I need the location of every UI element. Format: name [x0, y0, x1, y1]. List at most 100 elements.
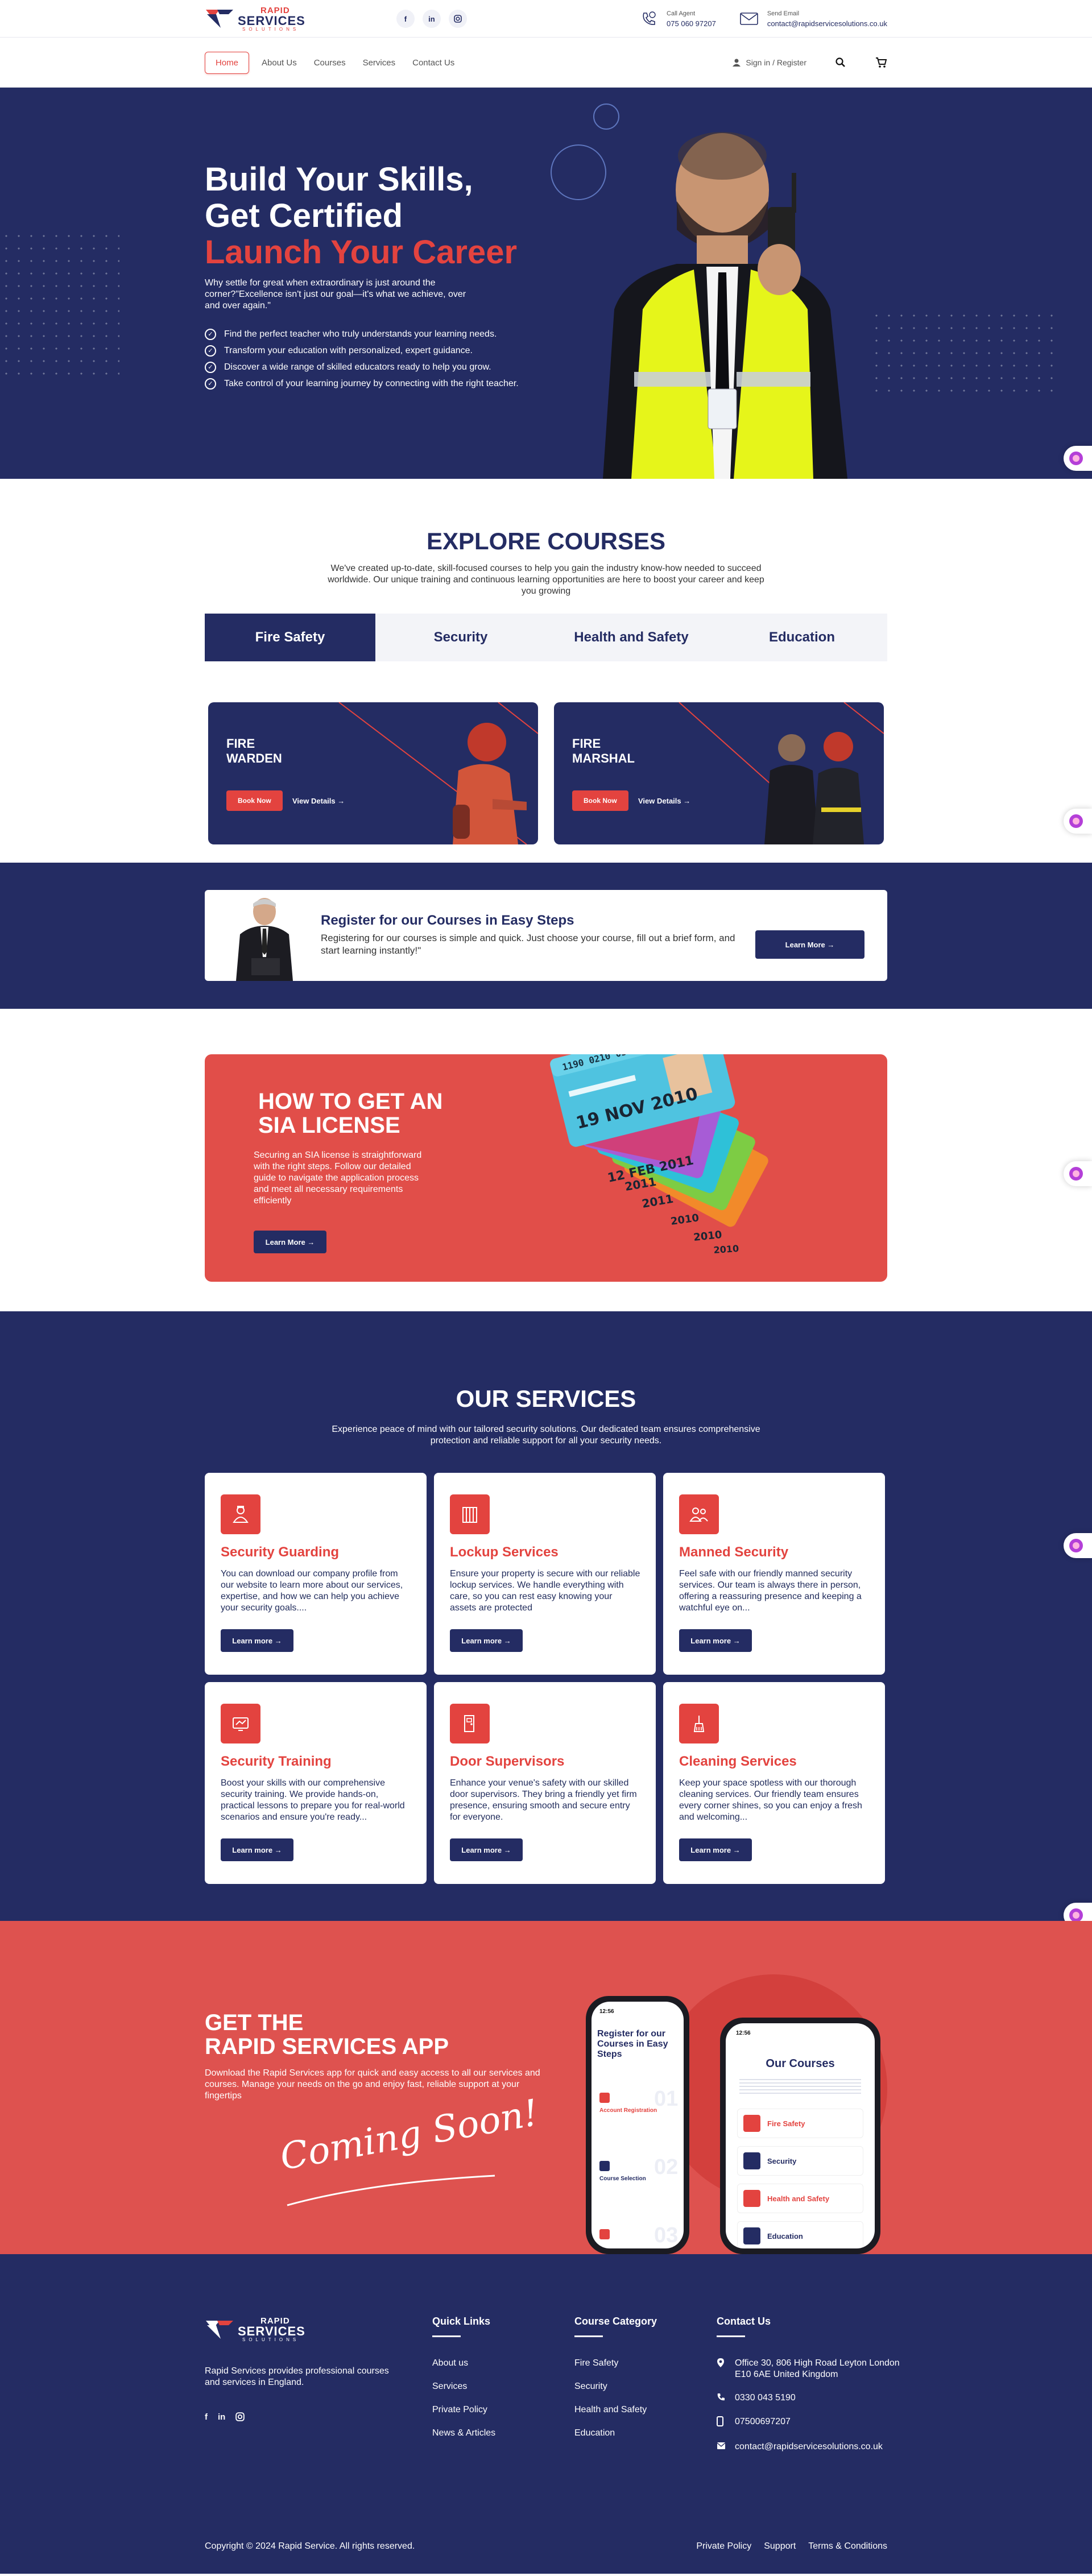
floating-widget[interactable]: [1064, 446, 1092, 471]
tab-security[interactable]: Security: [375, 614, 546, 661]
sia-title: HOW TO GET AN SIA LICENSE: [258, 1089, 443, 1138]
nav-home[interactable]: Home: [205, 51, 250, 74]
logo-text-2: SERVICES: [238, 2324, 305, 2338]
cart-icon[interactable]: [875, 56, 887, 69]
service-card-manned-security[interactable]: Manned Security Feel safe with our frien…: [663, 1473, 885, 1675]
hero-intro: Why settle for great when extraordinary …: [205, 278, 466, 310]
app-section: GET THE RAPID SERVICES APP Download the R…: [0, 1921, 1092, 2254]
phone-course-item: Fire Safety: [767, 2119, 805, 2128]
course-card-fire-marshal[interactable]: FIRE MARSHAL Book Now View Details →: [554, 702, 884, 844]
phone-course-item: Education: [767, 2231, 803, 2240]
service-card-security-guarding[interactable]: Security Guarding You can download our c…: [205, 1473, 427, 1675]
sia-card-date: 2010: [713, 1243, 739, 1256]
footer-link-security[interactable]: Security: [574, 2381, 657, 2392]
sia-card-date: 2011: [641, 1192, 675, 1211]
nav-services[interactable]: Services: [358, 52, 400, 73]
service-learn-more-button[interactable]: Learn more →: [679, 1838, 752, 1861]
service-card-door-supervisors[interactable]: Door Supervisors Enhance your venue's sa…: [434, 1682, 656, 1884]
search-icon[interactable]: [835, 57, 846, 68]
sia-banner: HOW TO GET AN SIA LICENSE Securing an SIA…: [205, 1054, 887, 1282]
linkedin-icon[interactable]: in: [218, 2412, 225, 2424]
footer-mobile[interactable]: 07500697207: [735, 2416, 791, 2429]
hero-bullet: ✓ Take control of your learning journey b…: [205, 378, 546, 390]
nav-about[interactable]: About Us: [257, 52, 301, 73]
hero-line-3: Launch Your Career: [205, 234, 518, 271]
phone-time: 12:56: [736, 2030, 751, 2036]
hero-bullet: ✓ Transform your education with personali…: [205, 345, 546, 357]
instructor-image: [236, 898, 293, 981]
explore-title: EXPLORE COURSES: [426, 528, 666, 554]
call-agent[interactable]: Call Agent 075 060 97207: [638, 9, 716, 28]
check-icon: ✓: [205, 345, 216, 357]
view-details-link[interactable]: View Details →: [292, 797, 345, 805]
sia-card-date: 2010: [670, 1212, 700, 1228]
service-learn-more-button[interactable]: Learn more →: [450, 1629, 523, 1652]
footer-email[interactable]: contact@rapidservicesolutions.co.uk: [735, 2441, 883, 2453]
linkedin-icon[interactable]: in: [422, 10, 441, 28]
door-icon: [450, 1704, 490, 1743]
tab-education[interactable]: Education: [717, 614, 887, 661]
footer-bottom-link-terms[interactable]: Terms & Conditions: [808, 2541, 887, 2552]
main-nav: Home About Us Courses Services Contact U…: [0, 38, 1092, 88]
service-learn-more-button[interactable]: Learn more →: [221, 1629, 293, 1652]
team-icon: [679, 1494, 719, 1534]
sia-section: HOW TO GET AN SIA LICENSE Securing an SIA…: [0, 1009, 1092, 1311]
floating-widget[interactable]: [1064, 1533, 1092, 1558]
footer-contact: Contact Us Office 30, 806 High Road Leyt…: [717, 2316, 904, 2465]
course-title: FIRE MARSHAL: [572, 736, 635, 765]
site-logo[interactable]: RAPID SERVICES SOLUTIONS: [205, 6, 305, 32]
check-icon: ✓: [205, 378, 216, 390]
tab-health-and-safety[interactable]: Health and Safety: [546, 614, 717, 661]
sia-learn-more-button[interactable]: Learn More →: [254, 1231, 326, 1253]
service-card-cleaning-services[interactable]: Cleaning Services Keep your space spotle…: [663, 1682, 885, 1884]
tab-fire-safety[interactable]: Fire Safety: [205, 614, 375, 661]
book-now-button[interactable]: Book Now: [226, 790, 283, 811]
register-learn-more-button[interactable]: Learn More →: [755, 930, 864, 959]
top-bar: RAPID SERVICES SOLUTIONS f in Call Agent…: [0, 0, 1092, 38]
facebook-icon[interactable]: f: [205, 2412, 208, 2424]
footer-phone[interactable]: 0330 043 5190: [735, 2392, 796, 2404]
instagram-icon[interactable]: [448, 10, 467, 28]
coming-soon-label: Coming Soon!: [277, 2092, 541, 2179]
service-card-lockup-services[interactable]: Lockup Services Ensure your property is …: [434, 1473, 656, 1675]
book-now-button[interactable]: Book Now: [572, 790, 628, 811]
user-icon: [733, 59, 741, 67]
email-address: contact@rapidservicesolutions.co.uk: [767, 19, 887, 28]
footer-bottom-link-support[interactable]: Support: [764, 2541, 796, 2552]
logo-text-3: SOLUTIONS: [242, 26, 300, 32]
footer-link-about[interactable]: About us: [432, 2358, 495, 2369]
floating-widget[interactable]: [1064, 809, 1092, 834]
instagram-icon[interactable]: [235, 2412, 245, 2424]
phone-course-item: Health and Safety: [767, 2194, 830, 2203]
nav-contact[interactable]: Contact Us: [408, 52, 459, 73]
service-learn-more-button[interactable]: Learn more →: [450, 1838, 523, 1861]
footer-link-private-policy[interactable]: Private Policy: [432, 2404, 495, 2416]
social-links: f in: [396, 10, 467, 28]
floating-widget[interactable]: [1064, 1161, 1092, 1186]
services-subtitle: Experience peace of mind with our tailor…: [332, 1424, 760, 1446]
nav-courses[interactable]: Courses: [309, 52, 350, 73]
footer-bottom-link-privacy[interactable]: Private Policy: [696, 2541, 751, 2552]
send-email[interactable]: Send Email contact@rapidservicesolutions…: [739, 9, 887, 28]
facebook-icon[interactable]: f: [396, 10, 415, 28]
service-learn-more-button[interactable]: Learn more →: [679, 1629, 752, 1652]
service-text: You can download our company profile fro…: [221, 1569, 403, 1613]
service-card-security-training[interactable]: Security Training Boost your skills with…: [205, 1682, 427, 1884]
copyright: Copyright © 2024 Rapid Service. All righ…: [205, 2541, 415, 2551]
footer-link-education[interactable]: Education: [574, 2428, 657, 2439]
service-text: Feel safe with our friendly manned secur…: [679, 1569, 862, 1613]
call-label: Call Agent: [667, 10, 696, 17]
footer-link-health-safety[interactable]: Health and Safety: [574, 2404, 657, 2416]
course-card-fire-warden[interactable]: FIRE WARDEN Book Now View Details →: [208, 702, 538, 844]
footer-link-services[interactable]: Services: [432, 2381, 495, 2392]
guard-icon: [221, 1494, 260, 1534]
phone-step: Course Selection: [599, 2176, 646, 2182]
footer-link-fire-safety[interactable]: Fire Safety: [574, 2358, 657, 2369]
service-learn-more-button[interactable]: Learn more →: [221, 1838, 293, 1861]
footer-course-category: Course Category Fire Safety Security Hea…: [574, 2316, 657, 2451]
footer-link-news[interactable]: News & Articles: [432, 2428, 495, 2439]
footer-logo[interactable]: RAPID SERVICES SOLUTIONS: [205, 2317, 305, 2342]
service-text: Enhance your venue's safety with our ski…: [450, 1778, 637, 1822]
view-details-link[interactable]: View Details →: [638, 797, 690, 805]
sign-in-link[interactable]: Sign in / Register: [732, 58, 806, 67]
